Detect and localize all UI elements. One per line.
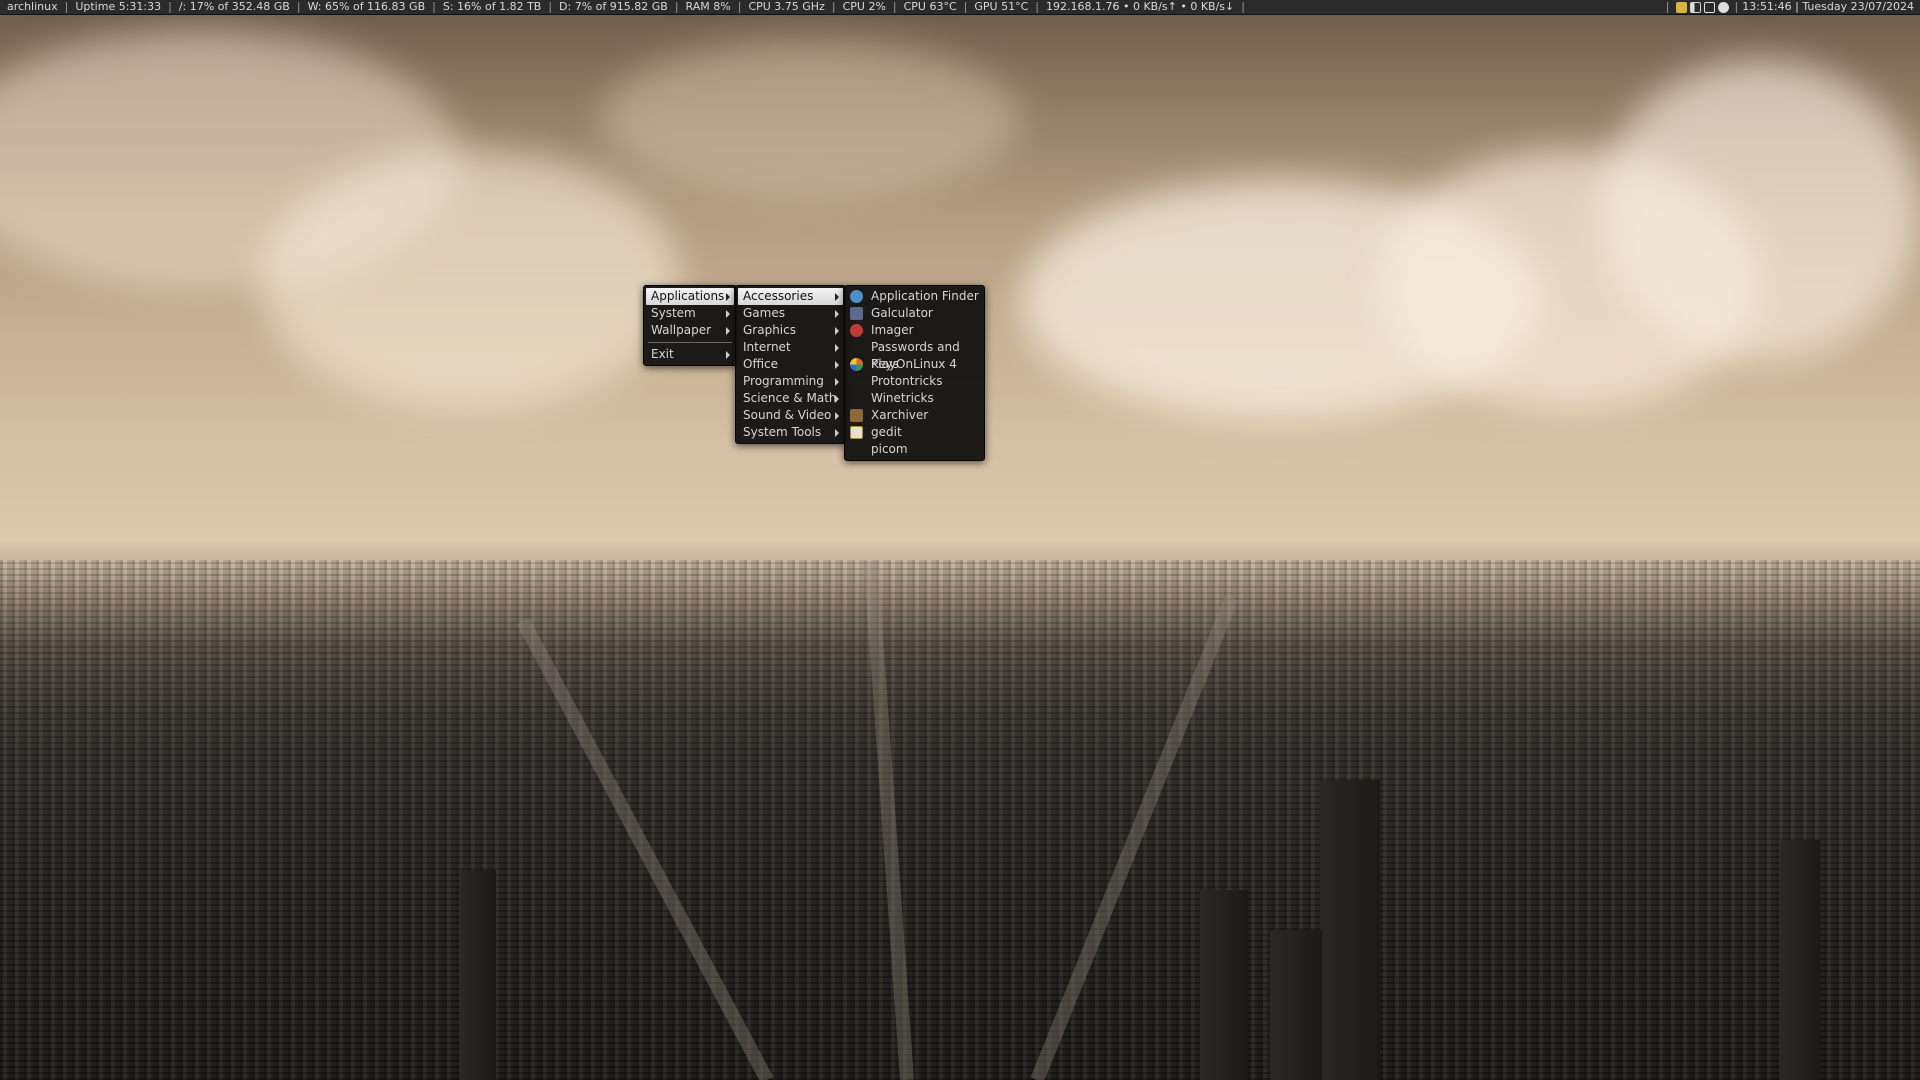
menu-item-label: Wallpaper (651, 323, 712, 337)
menu-item-exit[interactable]: Exit (646, 346, 734, 363)
playonlinux-icon (850, 358, 863, 371)
submenu-arrow-icon (835, 344, 839, 352)
accessories-menu: Application Finder Galculator Imager Pas… (844, 285, 985, 461)
menu-item-accessories[interactable]: Accessories (738, 288, 843, 305)
xarchiver-icon (850, 409, 863, 422)
menu-item-programming[interactable]: Programming (738, 373, 843, 390)
submenu-arrow-icon (835, 293, 839, 301)
wallpaper-cloud (600, 40, 1020, 200)
panel-clock[interactable]: 13:51:46 | Tuesday 23/07/2024 (1738, 0, 1920, 14)
submenu-arrow-icon (726, 351, 730, 359)
menu-item-wallpaper[interactable]: Wallpaper (646, 322, 734, 339)
menu-item-picom[interactable]: picom (847, 441, 982, 458)
menu-item-label: Galculator (871, 306, 933, 320)
menu-item-label: Xarchiver (871, 408, 929, 422)
menu-item-imager[interactable]: Imager (847, 322, 982, 339)
menu-separator (648, 342, 732, 343)
menu-item-science-math[interactable]: Science & Math (738, 390, 843, 407)
submenu-arrow-icon (835, 429, 839, 437)
menu-item-winetricks[interactable]: Winetricks (847, 390, 982, 407)
volume-icon[interactable] (1689, 1, 1701, 13)
app-finder-icon (850, 290, 863, 303)
clipboard-icon[interactable] (1675, 1, 1687, 13)
menu-item-label: Office (743, 357, 779, 371)
submenu-arrow-icon (835, 412, 839, 420)
menu-item-label: System Tools (743, 425, 822, 439)
menu-item-label: Exit (651, 347, 674, 361)
menu-item-label: Programming (743, 374, 824, 388)
menu-item-label: Games (743, 306, 785, 320)
menu-item-office[interactable]: Office (738, 356, 843, 373)
menu-item-system-tools[interactable]: System Tools (738, 424, 843, 441)
system-stats: archlinux | Uptime 5:31:33 | /: 17% of 3… (0, 0, 1245, 14)
menu-item-label: Protontricks (871, 374, 943, 388)
menu-item-protontricks[interactable]: Protontricks (847, 373, 982, 390)
wallpaper-building (1780, 840, 1820, 1080)
disk-w: W: 65% of 116.83 GB (307, 0, 426, 13)
menu-item-label: Application Finder (871, 289, 979, 303)
uptime: Uptime 5:31:33 (75, 0, 162, 13)
disk-root: /: 17% of 352.48 GB (178, 0, 290, 13)
submenu-arrow-icon (835, 361, 839, 369)
wallpaper-cloud (260, 150, 680, 410)
wallpaper-cloud (1600, 60, 1920, 360)
menu-item-label: Graphics (743, 323, 796, 337)
submenu-arrow-icon (726, 310, 730, 318)
root-menu: Applications System Wallpaper Exit (643, 285, 737, 366)
menu-item-label: picom (871, 442, 908, 456)
system-tray (1670, 1, 1735, 13)
menu-item-passwords-keys[interactable]: Passwords and Keys (847, 339, 982, 371)
update-icon[interactable] (1717, 1, 1729, 13)
menu-item-label: Science & Math (743, 391, 837, 405)
submenu-arrow-icon (835, 395, 839, 403)
submenu-arrow-icon (726, 293, 730, 301)
menu-item-sound-video[interactable]: Sound & Video (738, 407, 843, 424)
submenu-arrow-icon (835, 310, 839, 318)
gpu-temp: GPU 51°C (974, 0, 1029, 13)
wallpaper-building (460, 870, 496, 1080)
disk-d: D: 7% of 915.82 GB (559, 0, 668, 13)
gedit-icon (850, 426, 863, 439)
menu-item-system[interactable]: System (646, 305, 734, 322)
menu-item-label: Imager (871, 323, 914, 337)
menu-item-application-finder[interactable]: Application Finder (847, 288, 982, 305)
menu-item-xarchiver[interactable]: Xarchiver (847, 407, 982, 424)
imager-icon (850, 324, 863, 337)
network-icon[interactable] (1703, 1, 1715, 13)
menu-item-internet[interactable]: Internet (738, 339, 843, 356)
menu-item-gedit[interactable]: gedit (847, 424, 982, 441)
submenu-arrow-icon (835, 378, 839, 386)
menu-item-label: System (651, 306, 696, 320)
menu-item-graphics[interactable]: Graphics (738, 322, 843, 339)
cpu-usage: CPU 2% (842, 0, 886, 13)
calculator-icon (850, 307, 863, 320)
menu-item-label: Applications (651, 289, 725, 303)
menu-item-games[interactable]: Games (738, 305, 843, 322)
cpu-temp: CPU 63°C (903, 0, 957, 13)
wallpaper-building (1320, 780, 1380, 1080)
cpu-frequency: CPU 3.75 GHz (748, 0, 825, 13)
menu-item-label: gedit (871, 425, 902, 439)
network-stats: 192.168.1.76 • 0 KB/s↑ • 0 KB/s↓ (1045, 0, 1235, 13)
menu-item-applications[interactable]: Applications (646, 288, 734, 305)
menu-item-playonlinux[interactable]: PlayOnLinux 4 (847, 356, 982, 373)
wallpaper-building (1200, 890, 1248, 1080)
submenu-arrow-icon (835, 327, 839, 335)
panel-separator: | (1241, 0, 1245, 13)
menu-item-label: Internet (743, 340, 791, 354)
wallpaper-city (0, 560, 1920, 1080)
disk-s: S: 16% of 1.82 TB (442, 0, 542, 13)
applications-menu: Accessories Games Graphics Internet Offi… (735, 285, 846, 444)
menu-item-label: Sound & Video (743, 408, 832, 422)
submenu-arrow-icon (726, 327, 730, 335)
hostname: archlinux (7, 0, 58, 13)
menu-item-label: Winetricks (871, 391, 934, 405)
menu-item-label: Accessories (743, 289, 814, 303)
wallpaper-building (1270, 930, 1322, 1080)
ram-usage: RAM 8% (685, 0, 731, 13)
menu-item-label: PlayOnLinux 4 (871, 357, 957, 371)
menu-item-galculator[interactable]: Galculator (847, 305, 982, 322)
desktop-wallpaper (0, 0, 1920, 1080)
top-panel: archlinux | Uptime 5:31:33 | /: 17% of 3… (0, 0, 1920, 15)
